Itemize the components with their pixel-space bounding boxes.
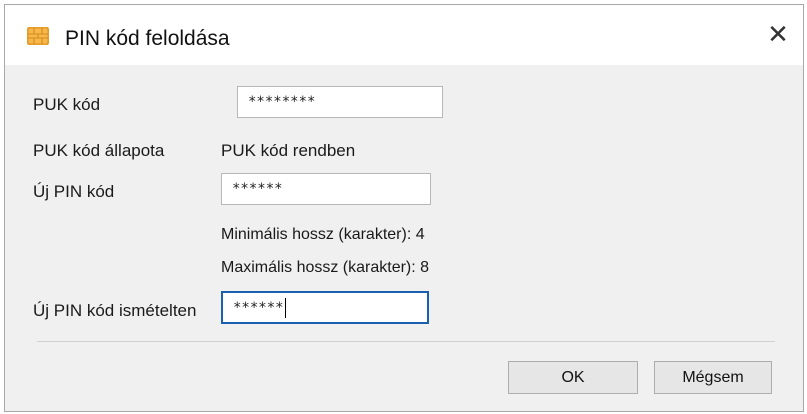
repeat-pin-label: Új PIN kód ismételten <box>33 301 197 320</box>
puk-status-label: PUK kód állapota <box>33 141 165 160</box>
puk-label: PUK kód <box>33 95 101 114</box>
close-icon: ✕ <box>767 19 789 49</box>
title-bar: PIN kód feloldása ✕ <box>5 5 803 65</box>
ok-button-label: OK <box>561 368 585 386</box>
min-length-hint: Minimális hossz (karakter): 4 <box>221 226 425 243</box>
ok-button[interactable]: OK <box>508 361 638 394</box>
separator <box>37 341 775 342</box>
new-pin-label: Új PIN kód <box>33 182 115 201</box>
pin-unlock-dialog: PIN kód feloldása ✕ PUK kód ******** PUK… <box>4 4 804 412</box>
cancel-button-label: Mégsem <box>682 368 744 386</box>
new-pin-input[interactable]: ****** <box>221 173 431 205</box>
repeat-pin-input[interactable]: ****** <box>221 291 429 324</box>
puk-input[interactable]: ******** <box>237 86 443 118</box>
smart-card-chip-icon <box>27 27 49 45</box>
repeat-pin-input-value: ****** <box>233 299 284 316</box>
max-length-hint: Maximális hossz (karakter): 8 <box>221 259 430 276</box>
close-button[interactable]: ✕ <box>765 21 791 47</box>
puk-input-value: ******** <box>248 94 316 110</box>
puk-status-value: PUK kód rendben <box>221 141 356 160</box>
new-pin-input-value: ****** <box>232 181 283 197</box>
text-caret <box>284 297 287 318</box>
window-title: PIN kód feloldása <box>65 27 230 50</box>
cancel-button[interactable]: Mégsem <box>654 361 772 394</box>
